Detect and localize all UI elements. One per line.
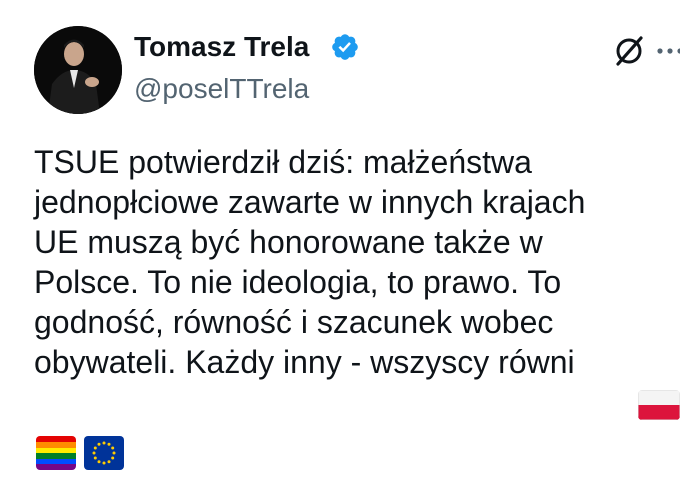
post-text: TSUE potwierdził dziś: małżeństwa jednop…	[34, 142, 680, 382]
post-text-line: TSUE potwierdził dziś: małżeństwa	[34, 144, 532, 180]
post-text-line: Polsce. To nie ideologia, to prawo. To	[34, 264, 562, 300]
rainbow-flag-icon	[36, 436, 76, 470]
verified-badge-icon	[332, 34, 358, 60]
avatar-image	[34, 26, 122, 114]
more-options-icon[interactable]	[654, 44, 680, 58]
post-header: Tomasz Trela @poselTTrela	[0, 0, 680, 130]
flag-poland-icon	[638, 390, 680, 420]
post-text-line: UE muszą być honorowane także w	[34, 224, 543, 260]
author-display-name[interactable]: Tomasz Trela	[134, 30, 309, 64]
avatar[interactable]	[34, 26, 122, 114]
post-text-line: obywateli. Każdy inny - wszyscy równi	[34, 344, 575, 380]
post-text-line: jednopłciowe zawarte w innych krajach	[34, 184, 586, 220]
post-text-line: godność, równość i szacunek wobec	[34, 304, 554, 340]
grok-icon[interactable]	[612, 34, 646, 68]
author-handle[interactable]: @poselTTrela	[134, 72, 309, 106]
flag-eu-icon	[84, 436, 124, 470]
